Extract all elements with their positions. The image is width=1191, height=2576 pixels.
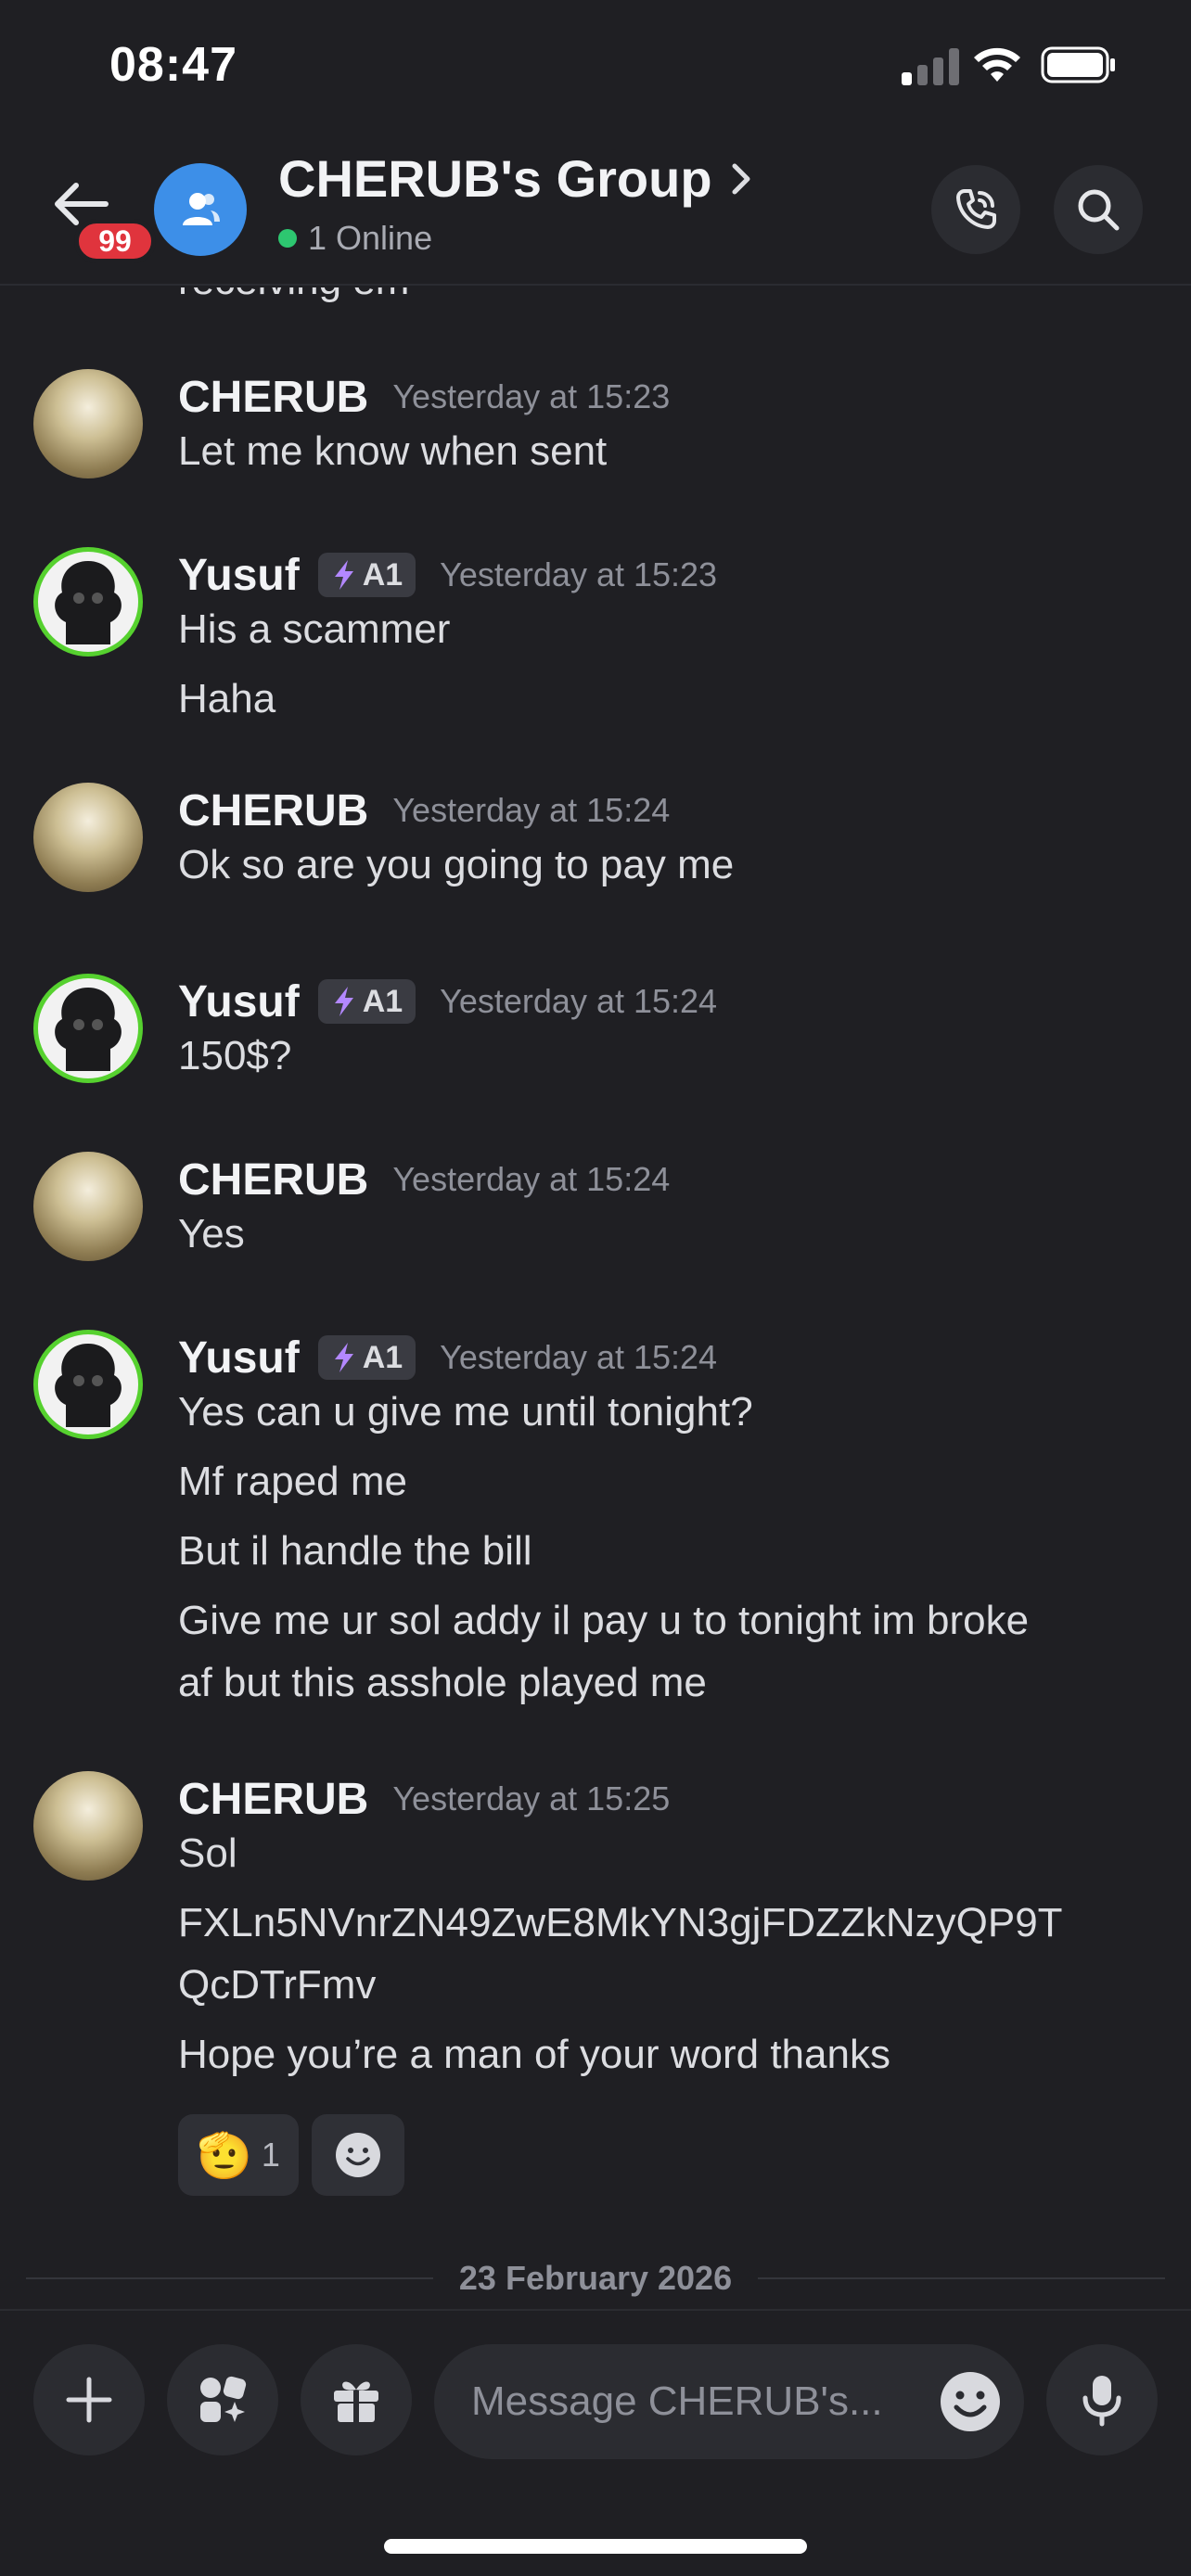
- avatar-image: [55, 988, 122, 1071]
- message-text[interactable]: But il handle the bill: [178, 1521, 1161, 1582]
- message-list[interactable]: receiving em CHERUB Yesterday at 15:23 L…: [0, 287, 1191, 2309]
- message-timestamp: Yesterday at 15:24: [440, 982, 718, 1020]
- date-divider-label: 23 February 2026: [458, 2259, 733, 2297]
- gift-icon: [334, 2381, 378, 2422]
- message-timestamp: Yesterday at 15:25: [392, 1779, 671, 1817]
- chat-header: 99 CHERUB's Group 1 Online: [0, 130, 1191, 286]
- server-tag[interactable]: A1: [317, 1335, 416, 1380]
- message-text[interactable]: His a scammer: [178, 599, 1161, 660]
- emoji-icon[interactable]: [937, 2368, 1004, 2435]
- message-text[interactable]: Mf raped me: [178, 1451, 1161, 1512]
- attach-button[interactable]: [33, 2344, 145, 2455]
- message-timestamp: Yesterday at 15:24: [440, 1338, 718, 1376]
- avatar-cherub[interactable]: [33, 1771, 143, 1881]
- microphone-icon: [1082, 2376, 1121, 2427]
- server-tag[interactable]: A1: [317, 553, 416, 597]
- message-text[interactable]: FXLn5NVnrZN49ZwE8MkYN3gjFDZZkNzyQP9T: [178, 1893, 1161, 1954]
- chevron-right-icon: [732, 163, 750, 194]
- status-time: 08:47: [109, 38, 237, 92]
- wifi-icon: [974, 47, 1020, 82]
- add-reaction-button[interactable]: [312, 2114, 404, 2196]
- message-text[interactable]: Sol: [178, 1823, 1161, 1884]
- message-timestamp: Yesterday at 15:24: [392, 1160, 671, 1198]
- author-name[interactable]: Yusuf: [178, 550, 300, 601]
- home-indicator[interactable]: [384, 2539, 807, 2554]
- author-name[interactable]: CHERUB: [178, 1774, 368, 1825]
- online-status-text: 1 Online: [308, 219, 433, 257]
- voice-call-button[interactable]: [931, 165, 1020, 254]
- lightning-icon: [334, 1343, 353, 1372]
- apps-icon: [200, 2376, 247, 2422]
- avatar-yusuf[interactable]: [33, 974, 143, 1083]
- message-timestamp: Yesterday at 15:24: [392, 791, 671, 829]
- message-text[interactable]: QcDTrFmv: [178, 1955, 1161, 2016]
- apps-button[interactable]: [167, 2344, 278, 2455]
- reaction-salute[interactable]: 🫡 1: [178, 2114, 299, 2196]
- phone-icon: [956, 189, 996, 229]
- author-name[interactable]: CHERUB: [178, 1154, 368, 1205]
- group-title[interactable]: CHERUB's Group: [278, 148, 755, 209]
- lightning-icon: [334, 987, 353, 1016]
- server-tag-text: A1: [362, 983, 403, 1019]
- group-name: CHERUB's Group: [278, 149, 712, 208]
- gift-button[interactable]: [301, 2344, 412, 2455]
- author-name[interactable]: Yusuf: [178, 976, 300, 1027]
- message-field[interactable]: [434, 2344, 1024, 2459]
- avatar-image: [55, 561, 122, 644]
- search-icon: [1078, 189, 1120, 231]
- lightning-icon: [334, 560, 353, 590]
- chat-screen: 08:47 99 CHERUB's Group 1 Online CHERUB …: [0, 0, 1191, 2576]
- online-status: 1 Online: [278, 219, 432, 258]
- author-name[interactable]: Yusuf: [178, 1333, 300, 1384]
- message-composer: [0, 2309, 1191, 2494]
- battery-icon: [1041, 46, 1115, 83]
- message-text[interactable]: Let me know when sent: [178, 421, 1161, 482]
- message-timestamp: Yesterday at 15:23: [392, 377, 671, 415]
- message-timestamp: Yesterday at 15:23: [440, 555, 718, 593]
- avatar-cherub[interactable]: [33, 783, 143, 892]
- cutoff-message-text: receiving em: [178, 287, 409, 304]
- message-text[interactable]: Haha: [178, 669, 1161, 730]
- add-reaction-icon: [336, 2133, 380, 2177]
- plus-icon: [66, 2377, 112, 2423]
- message-text[interactable]: Yes: [178, 1204, 1161, 1265]
- message-text[interactable]: Give me ur sol addy il pay u to tonight …: [178, 1590, 1161, 1651]
- avatar-yusuf[interactable]: [33, 547, 143, 657]
- reaction-count: 1: [261, 2136, 280, 2174]
- avatar-cherub[interactable]: [33, 369, 143, 478]
- server-tag[interactable]: A1: [317, 979, 416, 1024]
- avatar-cherub[interactable]: [33, 1152, 143, 1261]
- server-tag-text: A1: [362, 556, 403, 593]
- voice-message-button[interactable]: [1046, 2344, 1158, 2455]
- message-text[interactable]: Yes can u give me until tonight?: [178, 1382, 1161, 1443]
- message-input[interactable]: [471, 2378, 907, 2425]
- message-text[interactable]: 150$?: [178, 1026, 1161, 1087]
- author-name[interactable]: CHERUB: [178, 372, 368, 423]
- reaction-emoji: 🫡: [197, 2131, 252, 2181]
- group-members-icon: [183, 193, 220, 225]
- online-dot-icon: [278, 229, 297, 248]
- divider-line: [758, 2277, 1165, 2279]
- message-text[interactable]: Hope you’re a man of your word thanks: [178, 2024, 1161, 2085]
- message-text[interactable]: af but this asshole played me: [178, 1652, 1161, 1714]
- server-tag-text: A1: [362, 1339, 403, 1375]
- group-avatar[interactable]: [154, 163, 247, 256]
- reaction-bar: 🫡 1: [178, 2114, 404, 2196]
- search-button[interactable]: [1054, 165, 1143, 254]
- divider-line: [26, 2277, 433, 2279]
- message-text[interactable]: Ok so are you going to pay me: [178, 835, 1161, 896]
- date-divider: 23 February 2026: [26, 2255, 1165, 2302]
- avatar-image: [55, 1344, 122, 1427]
- status-bar: 08:47: [0, 0, 1191, 130]
- cellular-signal-icon: [902, 48, 959, 85]
- unread-count-badge: 99: [74, 219, 156, 263]
- author-name[interactable]: CHERUB: [178, 785, 368, 836]
- avatar-yusuf[interactable]: [33, 1330, 143, 1439]
